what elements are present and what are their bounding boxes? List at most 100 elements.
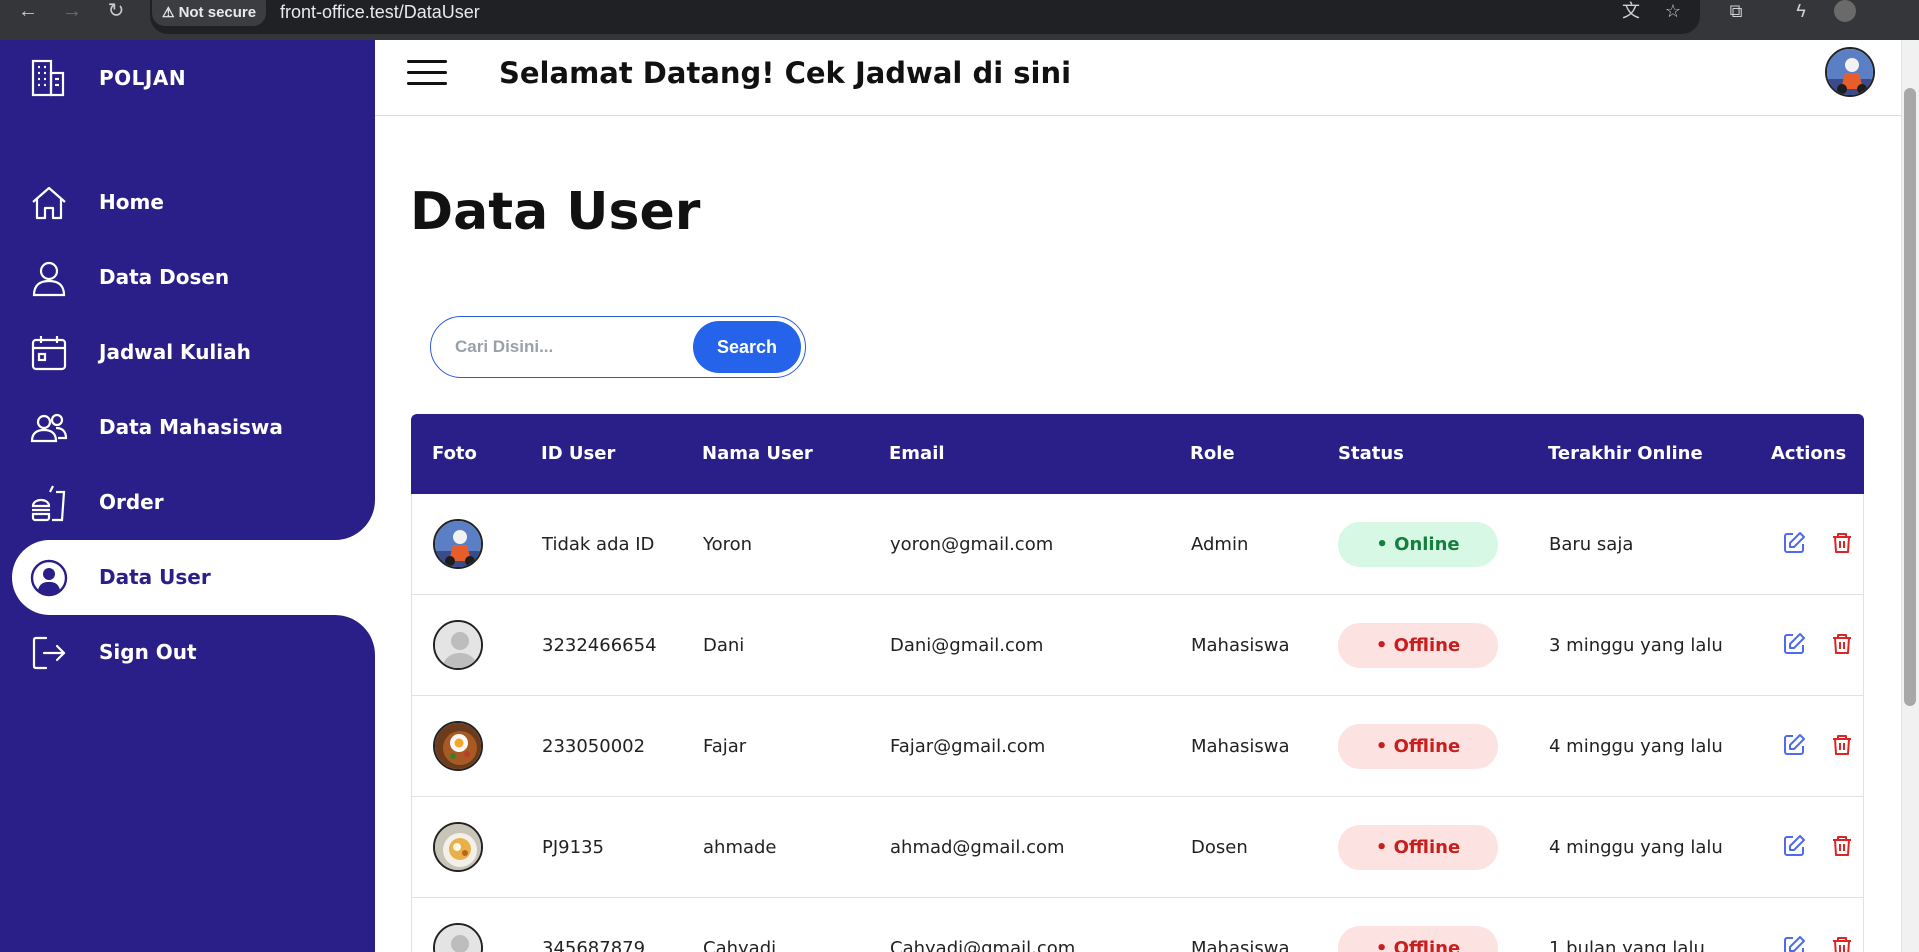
cell-terakhir-online: 4 minggu yang lalu <box>1549 736 1723 757</box>
sidebar-item-label: Jadwal Kuliah <box>99 340 251 364</box>
cell-role: Mahasiswa <box>1191 938 1290 952</box>
active-curve-top <box>335 500 375 540</box>
cell-role: Mahasiswa <box>1191 736 1290 757</box>
user-photo <box>433 721 483 771</box>
status-badge: • Offline <box>1338 724 1498 769</box>
search-input[interactable] <box>455 327 685 367</box>
user-avatar[interactable] <box>1825 47 1875 97</box>
status-badge: • Offline <box>1338 623 1498 668</box>
edit-icon[interactable] <box>1782 935 1806 952</box>
cell-role: Mahasiswa <box>1191 635 1290 656</box>
delete-icon[interactable] <box>1830 632 1854 656</box>
table-header: Foto ID User Nama User Email Role Status… <box>411 414 1864 494</box>
delete-icon[interactable] <box>1830 733 1854 757</box>
sidebar-item-sign-out[interactable]: Sign Out <box>0 615 375 690</box>
url-text[interactable]: front-office.test/DataUser <box>280 0 480 24</box>
performance-icon[interactable]: ϟ <box>1788 0 1814 24</box>
cell-terakhir-online: 4 minggu yang lalu <box>1549 837 1723 858</box>
column-header-actions: Actions <box>1771 443 1847 464</box>
sidebar: POLJAN Home Data Dosen Jadwal Kuliah Dat… <box>0 40 375 952</box>
menu-toggle-icon[interactable] <box>407 60 447 92</box>
column-header-id-user: ID User <box>541 443 616 464</box>
delete-icon[interactable] <box>1830 834 1854 858</box>
food-icon <box>31 485 66 522</box>
cell-terakhir-online: Baru saja <box>1549 534 1634 555</box>
sidebar-item-label: Home <box>99 190 164 214</box>
browser-toolbar: ← → ↻ ⚠ Not secure front-office.test/Data… <box>0 0 1919 40</box>
edit-icon[interactable] <box>1782 834 1806 858</box>
page-title: Data User <box>410 182 701 242</box>
security-label: Not secure <box>178 4 257 21</box>
security-indicator[interactable]: ⚠ Not secure <box>152 0 267 26</box>
search-button[interactable]: Search <box>693 321 801 373</box>
user-photo <box>433 822 483 872</box>
brand-name: POLJAN <box>99 66 187 90</box>
cell-id-user: PJ9135 <box>542 837 604 858</box>
cell-email: Dani@gmail.com <box>890 635 1044 656</box>
cell-terakhir-online: 1 bulan yang lalu <box>1549 938 1705 952</box>
bookmark-star-icon[interactable]: ☆ <box>1660 0 1686 24</box>
cell-nama-user: Cahyadi <box>703 938 777 952</box>
translate-icon[interactable]: 文 <box>1618 0 1644 24</box>
extensions-icon[interactable]: ⧉ <box>1723 0 1749 24</box>
welcome-title: Selamat Datang! Cek Jadwal di sini <box>499 56 1072 90</box>
brand[interactable]: POLJAN <box>30 58 186 98</box>
table-row: PJ9135 ahmade ahmad@gmail.com Dosen • Of… <box>411 797 1864 898</box>
calendar-icon <box>31 336 67 371</box>
user-photo <box>433 519 483 569</box>
sidebar-item-data-dosen[interactable]: Data Dosen <box>0 240 375 315</box>
column-header-status: Status <box>1338 443 1404 464</box>
status-badge: • Offline <box>1338 825 1498 870</box>
edit-icon[interactable] <box>1782 531 1806 555</box>
sidebar-item-home[interactable]: Home <box>0 165 375 240</box>
cell-email: ahmad@gmail.com <box>890 837 1065 858</box>
reload-icon[interactable]: ↻ <box>104 0 128 24</box>
warning-icon: ⚠ <box>162 4 175 20</box>
delete-icon[interactable] <box>1830 935 1854 952</box>
top-header: Selamat Datang! Cek Jadwal di sini <box>375 40 1901 116</box>
sidebar-item-data-mahasiswa[interactable]: Data Mahasiswa <box>0 390 375 465</box>
default-user-photo <box>433 923 483 952</box>
cell-role: Admin <box>1191 534 1249 555</box>
scrollbar-thumb[interactable] <box>1904 88 1916 706</box>
status-badge: • Online <box>1338 522 1498 567</box>
back-icon[interactable]: ← <box>16 0 40 24</box>
cell-nama-user: Yoron <box>703 534 753 555</box>
cell-nama-user: Fajar <box>703 736 747 757</box>
cell-id-user: 3232466654 <box>542 635 657 656</box>
sidebar-item-order[interactable]: Order <box>0 465 375 540</box>
cell-id-user: 233050002 <box>542 736 646 757</box>
cell-id-user: Tidak ada ID <box>542 534 655 555</box>
home-icon <box>32 186 66 220</box>
column-header-foto: Foto <box>432 443 477 464</box>
status-label: Offline <box>1393 635 1461 656</box>
sign-out-icon <box>32 636 66 670</box>
cell-email: yoron@gmail.com <box>890 534 1054 555</box>
status-label: Offline <box>1393 736 1461 757</box>
page-scrollbar[interactable] <box>1901 40 1919 952</box>
column-header-email: Email <box>889 443 945 464</box>
data-user-table: Foto ID User Nama User Email Role Status… <box>411 414 1864 952</box>
profile-avatar-icon[interactable] <box>1834 0 1856 22</box>
table-row: 345687879 Cahyadi Cahyadi@gmail.com Maha… <box>411 898 1864 952</box>
column-header-role: Role <box>1190 443 1235 464</box>
cell-nama-user: Dani <box>703 635 745 656</box>
users-icon <box>30 413 68 443</box>
edit-icon[interactable] <box>1782 733 1806 757</box>
cell-email: Cahyadi@gmail.com <box>890 938 1076 952</box>
sidebar-item-label: Data Dosen <box>99 265 230 289</box>
cell-terakhir-online: 3 minggu yang lalu <box>1549 635 1723 656</box>
edit-icon[interactable] <box>1782 632 1806 656</box>
sidebar-item-label: Data Mahasiswa <box>99 415 283 439</box>
user-icon <box>32 261 66 297</box>
delete-icon[interactable] <box>1830 531 1854 555</box>
cell-nama-user: ahmade <box>703 837 777 858</box>
sidebar-item-jadwal-kuliah[interactable]: Jadwal Kuliah <box>0 315 375 390</box>
sidebar-item-data-user[interactable]: Data User <box>12 540 375 615</box>
status-label: Offline <box>1393 938 1461 952</box>
status-label: Offline <box>1393 837 1461 858</box>
building-icon <box>31 59 65 97</box>
user-circle-icon <box>30 559 68 597</box>
forward-icon[interactable]: → <box>60 0 84 24</box>
sidebar-item-label: Data User <box>99 565 211 589</box>
